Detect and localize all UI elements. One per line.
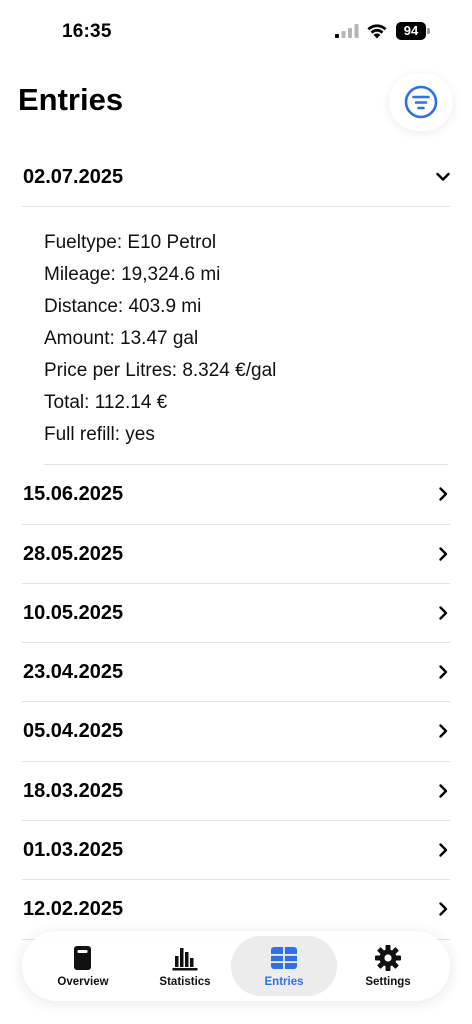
tab-label: Overview (57, 976, 109, 988)
entry-date: 15.06.2025 (23, 483, 124, 506)
battery-icon: 94 (396, 22, 430, 40)
page-title: Entries (18, 82, 124, 117)
detail-price: Price per Litres: 8.324 €/gal (44, 360, 277, 382)
list-item[interactable]: 28.05.2025 (22, 525, 450, 584)
detail-fueltype: Fueltype: E10 Petrol (44, 232, 217, 254)
tab-entries[interactable]: Entries (231, 936, 337, 996)
chevron-right-icon (439, 665, 448, 679)
fuel-pump-icon (74, 946, 91, 970)
entry-details: Fueltype: E10 Petrol Mileage: 19,324.6 m… (44, 207, 448, 466)
filter-button[interactable] (389, 73, 453, 131)
list-item[interactable]: 01.03.2025 (22, 821, 450, 881)
entry-date: 02.07.2025 (23, 166, 124, 188)
entry-date: 12.02.2025 (23, 898, 124, 921)
table-icon (271, 947, 297, 969)
entry-date: 28.05.2025 (23, 542, 124, 565)
chevron-right-icon (439, 902, 448, 917)
entry-date: 10.05.2025 (23, 601, 124, 624)
list-item[interactable]: 10.05.2025 (22, 584, 450, 644)
tab-label: Entries (264, 976, 304, 988)
entry-date: 01.03.2025 (23, 839, 124, 862)
entry-date: 18.03.2025 (23, 779, 124, 802)
list-item[interactable]: 23.04.2025 (22, 643, 450, 703)
detail-full-refill: Full refill: yes (44, 424, 155, 446)
status-bar: 16:35 94 (0, 0, 472, 64)
gear-icon (375, 945, 401, 971)
tab-overview[interactable]: Overview (30, 936, 136, 996)
cellular-signal-icon (335, 24, 359, 38)
chevron-right-icon (439, 784, 448, 798)
detail-mileage: Mileage: 19,324.6 mi (44, 264, 221, 286)
chevron-right-icon (439, 606, 448, 620)
status-time: 16:35 (62, 21, 112, 42)
list-item[interactable]: 15.06.2025 (22, 465, 450, 525)
entry-date: 05.04.2025 (23, 720, 124, 743)
list-item[interactable]: 18.03.2025 (22, 762, 450, 822)
entry-list: 02.07.2025 Fueltype: E10 Petrol Mileage:… (0, 148, 472, 940)
chevron-right-icon (439, 724, 448, 739)
tab-bar: Overview Statistics Entries Settings (22, 931, 450, 1001)
tab-settings[interactable]: Settings (335, 936, 441, 996)
chevron-right-icon (439, 546, 448, 561)
battery-level: 94 (396, 22, 426, 40)
chevron-right-icon (439, 843, 448, 857)
detail-amount: Amount: 13.47 gal (44, 328, 199, 350)
entry-date: 23.04.2025 (23, 661, 124, 684)
entry-row-expanded[interactable]: 02.07.2025 (22, 148, 450, 208)
detail-distance: Distance: 403.9 mi (44, 296, 202, 318)
bar-chart-icon (172, 948, 198, 971)
list-item[interactable]: 05.04.2025 (22, 702, 450, 762)
tab-label: Statistics (159, 976, 211, 988)
chevron-right-icon (439, 487, 448, 501)
detail-total: Total: 112.14 € (44, 392, 168, 414)
chevron-down-icon (436, 172, 450, 181)
tab-statistics[interactable]: Statistics (132, 936, 238, 996)
wifi-icon (367, 24, 387, 39)
tab-label: Settings (365, 976, 411, 988)
filter-icon (404, 85, 438, 119)
